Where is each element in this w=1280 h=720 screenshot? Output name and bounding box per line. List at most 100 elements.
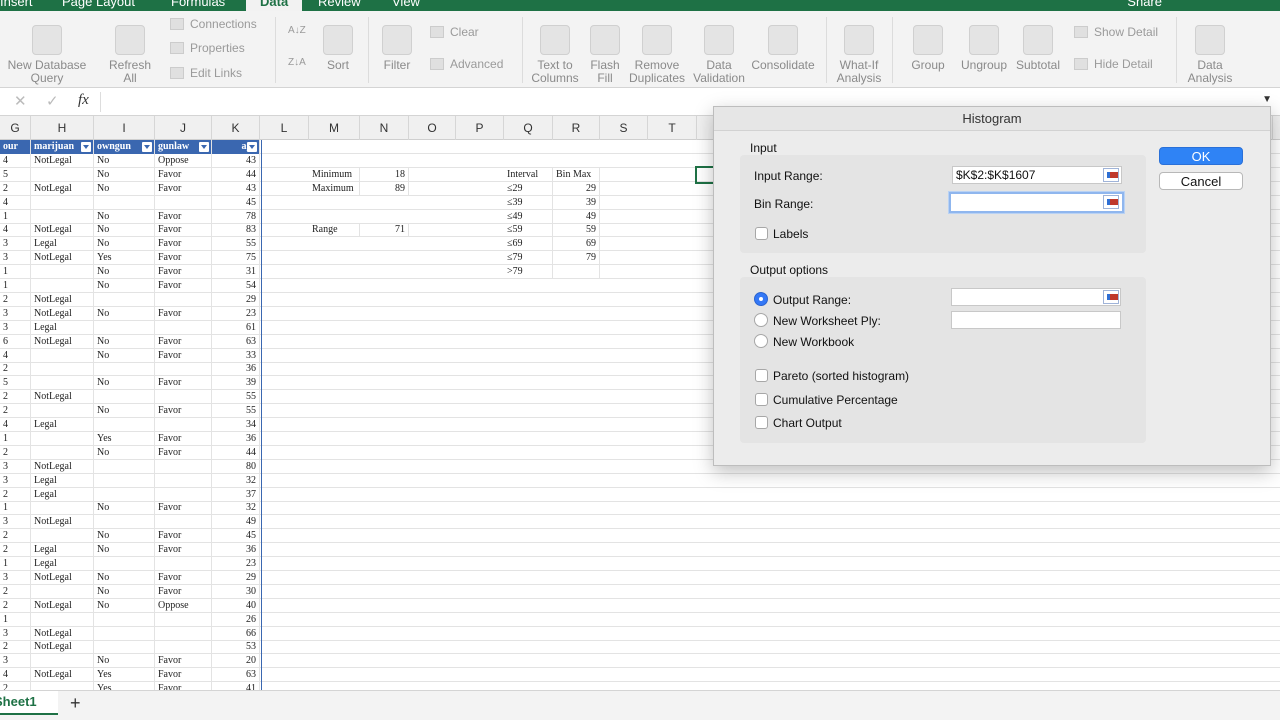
cell-owngun[interactable] <box>94 195 155 210</box>
cell-g[interactable]: 4 <box>0 418 31 432</box>
cell-g[interactable]: 2 <box>0 487 31 502</box>
cell-g[interactable]: 2 <box>0 598 31 613</box>
cell-marijuan[interactable]: NotLegal <box>31 334 94 349</box>
cell-gunlaw[interactable]: Favor <box>155 654 212 669</box>
cell-marijuan[interactable]: NotLegal <box>31 390 94 405</box>
cell-age[interactable]: 31 <box>212 265 260 279</box>
cell-g[interactable]: 2 <box>0 181 31 196</box>
cell-gunlaw[interactable]: Favor <box>155 181 212 196</box>
cancel-icon[interactable]: ✕ <box>14 92 27 110</box>
filter-button[interactable]: Filter <box>378 25 416 72</box>
cell-gunlaw[interactable]: Oppose <box>155 153 212 168</box>
cell-g[interactable]: 1 <box>0 431 31 446</box>
bin-max[interactable]: 39 <box>553 195 600 210</box>
range-picker-icon[interactable] <box>1103 290 1119 304</box>
cell-owngun[interactable] <box>94 292 155 307</box>
cell-g[interactable]: 2 <box>0 584 31 599</box>
cell-gunlaw[interactable] <box>155 362 212 377</box>
labels-checkbox[interactable] <box>755 227 768 240</box>
tab-data[interactable]: Data <box>246 0 303 11</box>
bin-interval[interactable]: ≤29 <box>504 181 553 196</box>
cell-owngun[interactable]: No <box>94 223 155 238</box>
new-worksheet-ply-radio[interactable] <box>754 313 768 327</box>
cell-gunlaw[interactable] <box>155 557 212 571</box>
cell-gunlaw[interactable] <box>155 418 212 432</box>
chart-output-checkbox[interactable] <box>755 416 768 429</box>
flash-fill-button[interactable]: Flash Fill <box>587 25 623 85</box>
stat-value[interactable]: 18 <box>360 167 409 182</box>
cell-marijuan[interactable]: Legal <box>31 557 94 571</box>
cell-owngun[interactable] <box>94 557 155 571</box>
cell-g[interactable]: 3 <box>0 237 31 252</box>
bin-interval-header[interactable]: Interval <box>504 167 553 182</box>
cell-gunlaw[interactable]: Favor <box>155 529 212 544</box>
cell-gunlaw[interactable]: Favor <box>155 445 212 460</box>
cancel-button[interactable]: Cancel <box>1159 172 1243 190</box>
cell-g[interactable]: 2 <box>0 362 31 377</box>
table-header-marijuan[interactable]: marijuan <box>31 140 94 154</box>
cell-marijuan[interactable]: NotLegal <box>31 668 94 683</box>
cell-gunlaw[interactable]: Favor <box>155 584 212 599</box>
cell-owngun[interactable]: No <box>94 334 155 349</box>
cell-marijuan[interactable]: NotLegal <box>31 306 94 321</box>
tab-page-layout[interactable]: Page Layout <box>62 0 135 9</box>
cell-gunlaw[interactable]: Favor <box>155 306 212 321</box>
cell-marijuan[interactable] <box>31 167 94 182</box>
cell-gunlaw[interactable] <box>155 515 212 530</box>
cell-age[interactable]: 40 <box>212 598 260 613</box>
cell-marijuan[interactable] <box>31 362 94 377</box>
cell-owngun[interactable]: No <box>94 501 155 516</box>
cell-age[interactable]: 23 <box>212 557 260 571</box>
cell-marijuan[interactable] <box>31 404 94 418</box>
cell-marijuan[interactable]: NotLegal <box>31 459 94 474</box>
sort-descending-icon[interactable]: Z↓A <box>288 57 306 68</box>
share-button[interactable]: Share <box>1127 0 1162 9</box>
cell-age[interactable]: 78 <box>212 209 260 224</box>
cell-age[interactable]: 39 <box>212 376 260 391</box>
cumulative-percentage-checkbox[interactable] <box>755 393 768 406</box>
cell-owngun[interactable]: No <box>94 529 155 544</box>
cell-g[interactable]: 4 <box>0 668 31 683</box>
range-picker-icon[interactable] <box>1103 168 1119 182</box>
cell-age[interactable]: 29 <box>212 292 260 307</box>
cell-marijuan[interactable]: NotLegal <box>31 598 94 613</box>
cell-g[interactable]: 3 <box>0 251 31 266</box>
cell-marijuan[interactable]: Legal <box>31 237 94 252</box>
cell-owngun[interactable] <box>94 418 155 432</box>
column-header-g[interactable]: G <box>0 116 31 140</box>
cell-gunlaw[interactable] <box>155 292 212 307</box>
column-header-t[interactable]: T <box>648 116 697 140</box>
cell-owngun[interactable]: No <box>94 570 155 585</box>
bin-max[interactable]: 49 <box>553 209 600 224</box>
bin-max-header[interactable]: Bin Max <box>553 167 600 182</box>
cell-gunlaw[interactable]: Favor <box>155 223 212 238</box>
input-range-field[interactable]: $K$2:$K$1607 <box>952 166 1122 184</box>
sort-button[interactable]: Sort <box>318 25 358 72</box>
cell-g[interactable]: 3 <box>0 473 31 488</box>
cell-g[interactable]: 3 <box>0 306 31 321</box>
cell-gunlaw[interactable]: Favor <box>155 334 212 349</box>
connections-button[interactable]: Connections <box>170 17 257 31</box>
column-header-q[interactable]: Q <box>504 116 553 140</box>
cell-gunlaw[interactable] <box>155 195 212 210</box>
column-header-h[interactable]: H <box>31 116 94 140</box>
cell-age[interactable]: 44 <box>212 445 260 460</box>
cell-gunlaw[interactable]: Favor <box>155 682 212 690</box>
cell-gunlaw[interactable] <box>155 320 212 335</box>
cell-marijuan[interactable]: NotLegal <box>31 251 94 266</box>
confirm-icon[interactable]: ✓ <box>46 92 59 110</box>
cell-owngun[interactable]: Yes <box>94 431 155 446</box>
cell-age[interactable]: 41 <box>212 682 260 690</box>
cell-gunlaw[interactable] <box>155 459 212 474</box>
new-database-query-button[interactable]: New Database Query <box>6 25 88 85</box>
cell-owngun[interactable]: Yes <box>94 251 155 266</box>
cell-age[interactable]: 34 <box>212 418 260 432</box>
cell-marijuan[interactable] <box>31 654 94 669</box>
function-icon[interactable]: fx <box>78 92 89 109</box>
stat-value[interactable]: 89 <box>360 181 409 196</box>
column-header-o[interactable]: O <box>409 116 456 140</box>
edit-links-button[interactable]: Edit Links <box>170 66 242 80</box>
cell-g[interactable]: 2 <box>0 682 31 690</box>
cell-marijuan[interactable] <box>31 445 94 460</box>
cell-age[interactable]: 83 <box>212 223 260 238</box>
